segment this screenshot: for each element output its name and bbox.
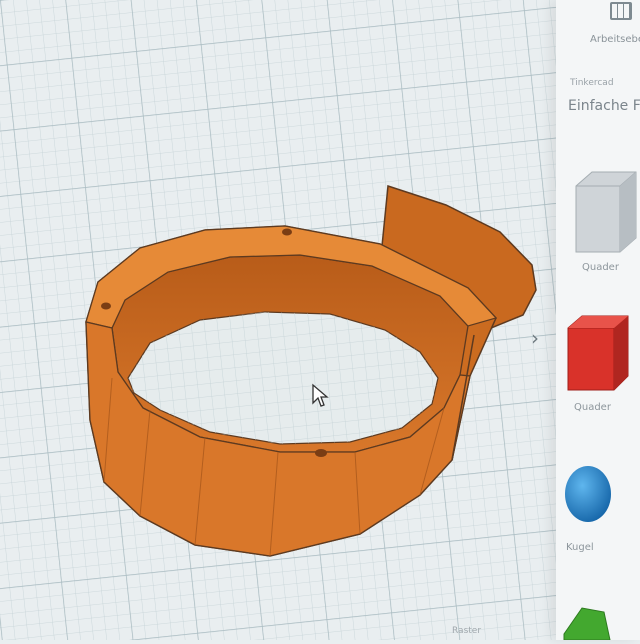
mouse-cursor-icon [311,383,329,413]
status-label: Raster [452,626,482,636]
shape-icon [563,607,611,641]
chevron-right-icon[interactable]: › [531,326,539,350]
shape-item-sphere[interactable]: Kugel [562,460,640,570]
brand-label: Tinkercad [570,78,614,88]
box-icon [575,171,637,253]
shape-item-green[interactable] [562,604,622,641]
library-dropdown[interactable]: Einfache For [568,98,640,114]
rim-hole [282,228,292,236]
box-icon [567,315,629,391]
shape-item-box-red[interactable]: Quader [564,312,640,424]
shape-label-box-gray: Quader [582,262,619,273]
workspace-icon[interactable] [610,2,632,20]
shape-label-sphere: Kugel [566,542,594,553]
shape-label-box-red: Quader [574,402,611,413]
sphere-icon [565,466,611,522]
shape-item-box-gray[interactable]: Quader [570,166,640,276]
rim-hole [315,449,327,457]
shape-library-panel: Arbeitsebe Tinkercad Einfache For Quader… [556,0,640,641]
workplane-canvas[interactable] [0,0,640,640]
workspace-label[interactable]: Arbeitsebe [590,34,640,45]
rim-hole [101,302,111,310]
